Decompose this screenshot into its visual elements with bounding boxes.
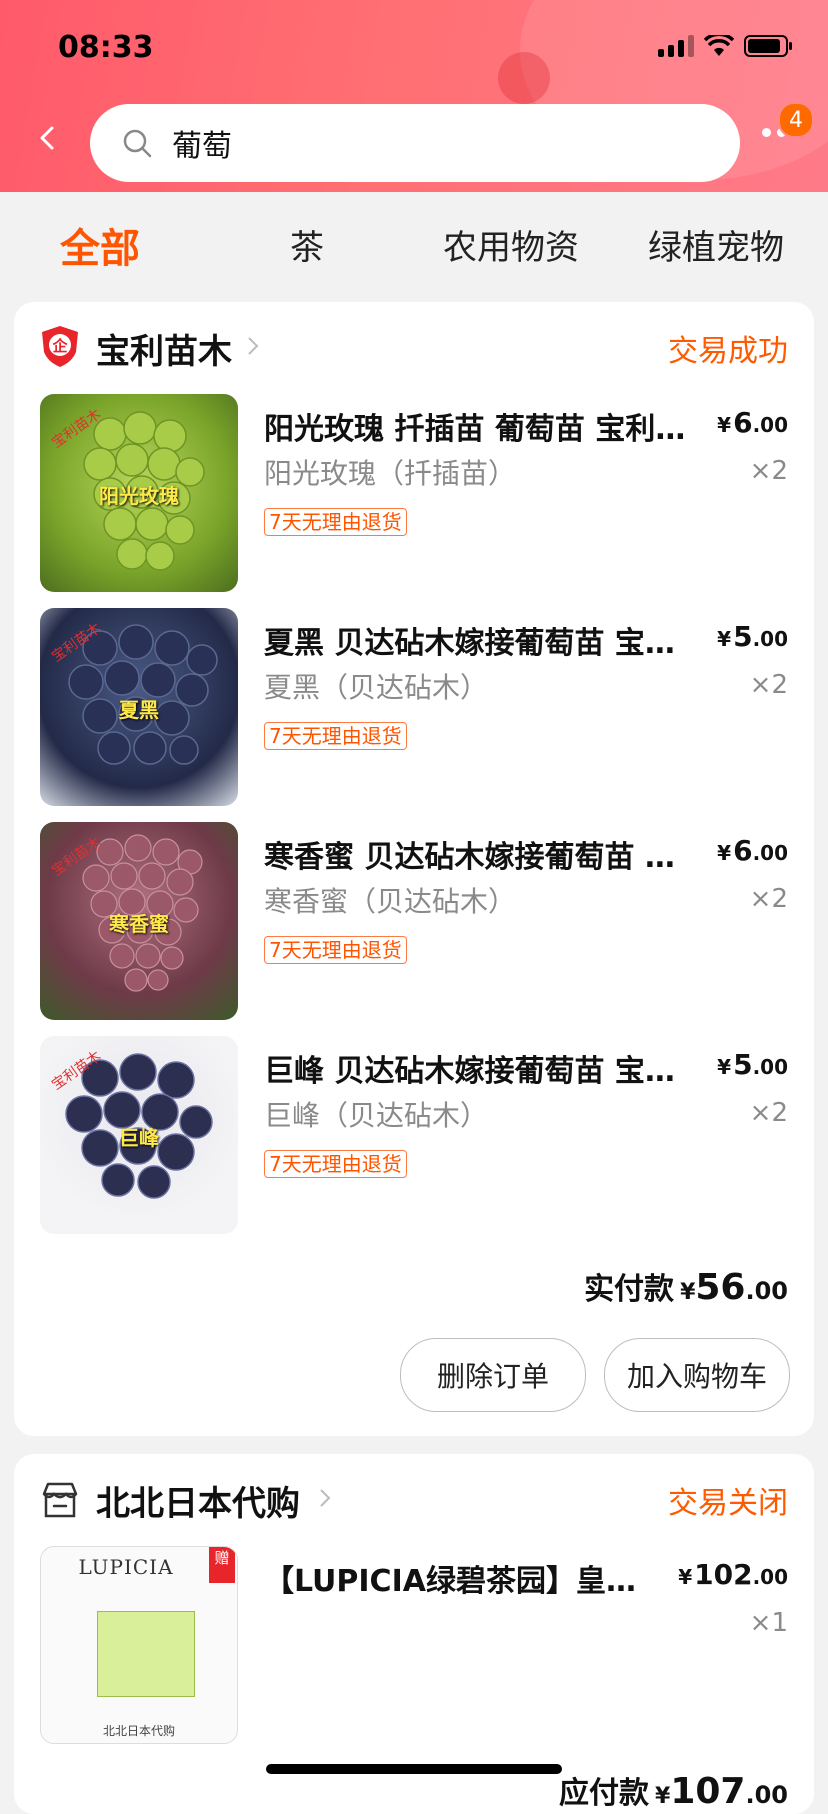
- thumbnail-brand: LUPICIA: [78, 1555, 174, 1579]
- battery-icon: [744, 35, 792, 57]
- item-price: ¥5.00: [717, 1048, 788, 1081]
- item-quantity: ×2: [749, 1098, 788, 1128]
- item-title[interactable]: 巨峰 贝达砧木嫁接葡萄苗 宝利苗木: [264, 1046, 704, 1090]
- order-total: 应付款 ¥107.00: [559, 1771, 788, 1812]
- chevron-right-icon: [248, 337, 259, 355]
- shop-header[interactable]: 企 宝利苗木 交易成功: [14, 302, 814, 388]
- search-icon: [123, 129, 152, 158]
- order-card[interactable]: 企 宝利苗木 交易成功 宝利苗木 阳光玫瑰 阳光玫瑰 扦插苗 葡萄苗 宝利苗木 …: [14, 302, 814, 1436]
- tab-plants-pets[interactable]: 绿植宠物: [648, 220, 784, 269]
- tab-tea[interactable]: 茶: [290, 220, 324, 269]
- svg-text:企: 企: [51, 337, 68, 355]
- product-thumbnail[interactable]: LUPICIA 赠 北北日本代购: [40, 1546, 238, 1744]
- header-decoration-dot: [498, 52, 550, 104]
- order-item[interactable]: 宝利苗木 阳光玫瑰 阳光玫瑰 扦插苗 葡萄苗 宝利苗木 阳光玫瑰（扦插苗） 7天…: [14, 394, 814, 594]
- item-price: ¥102.00: [678, 1558, 788, 1591]
- item-title[interactable]: 寒香蜜 贝达砧木嫁接葡萄苗 宝利苗木: [264, 832, 704, 876]
- item-quantity: ×2: [749, 884, 788, 914]
- order-status: 交易关闭: [668, 1486, 788, 1521]
- message-count-badge: 4: [778, 102, 814, 138]
- store-icon: [42, 1482, 78, 1518]
- thumbnail-label: 寒香蜜: [109, 912, 169, 936]
- return-policy-tag: 7天无理由退货: [264, 722, 407, 750]
- product-thumbnail[interactable]: 宝利苗木 寒香蜜: [40, 822, 238, 1020]
- item-title[interactable]: 夏黑 贝达砧木嫁接葡萄苗 宝利苗木: [264, 618, 704, 662]
- cellular-signal-icon: [658, 35, 694, 57]
- shop-name[interactable]: 北北日本代购: [96, 1476, 300, 1525]
- item-price: ¥6.00: [717, 834, 788, 867]
- category-tabs: 全部 茶 农用物资 绿植宠物: [0, 192, 828, 300]
- product-thumbnail[interactable]: 宝利苗木 阳光玫瑰: [40, 394, 238, 592]
- chevron-right-icon: [320, 1489, 331, 1507]
- return-policy-tag: 7天无理由退货: [264, 1150, 407, 1178]
- order-card[interactable]: 北北日本代购 交易关闭 LUPICIA 赠 北北日本代购 【LUPICIA绿碧茶…: [14, 1454, 814, 1814]
- order-total: 实付款 ¥56.00: [584, 1267, 788, 1308]
- status-time: 08:33: [58, 30, 154, 65]
- search-query: 葡萄: [172, 129, 232, 164]
- order-item[interactable]: 宝利苗木 寒香蜜 寒香蜜 贝达砧木嫁接葡萄苗 宝利苗木 寒香蜜（贝达砧木） 7天…: [14, 822, 814, 1022]
- item-price: ¥6.00: [717, 406, 788, 439]
- order-item[interactable]: 宝利苗木 巨峰 巨峰 贝达砧木嫁接葡萄苗 宝利苗木 巨峰（贝达砧木） 7天无理由…: [14, 1036, 814, 1236]
- shop-name[interactable]: 宝利苗木: [96, 324, 232, 373]
- product-thumbnail[interactable]: 宝利苗木 巨峰: [40, 1036, 238, 1234]
- item-quantity: ×2: [749, 456, 788, 486]
- back-arrow-icon[interactable]: [34, 124, 62, 152]
- tab-all[interactable]: 全部: [60, 216, 140, 274]
- item-title[interactable]: 【LUPICIA绿碧茶园】皇后麝香葡萄乌龙茶: [264, 1556, 654, 1600]
- item-sku: 夏黑（贝达砧木）: [264, 671, 489, 704]
- order-item[interactable]: LUPICIA 赠 北北日本代购 【LUPICIA绿碧茶园】皇后麝香葡萄乌龙茶 …: [14, 1546, 814, 1746]
- status-icons: [658, 34, 794, 58]
- thumbnail-caption: 北北日本代购: [102, 1724, 175, 1738]
- gift-tag: 赠: [209, 1547, 235, 1583]
- header: 08:33 葡萄 4: [0, 0, 828, 192]
- home-indicator: [266, 1764, 562, 1774]
- item-title[interactable]: 阳光玫瑰 扦插苗 葡萄苗 宝利苗木: [264, 404, 704, 448]
- shop-header[interactable]: 北北日本代购 交易关闭: [14, 1454, 814, 1540]
- return-policy-tag: 7天无理由退货: [264, 508, 407, 536]
- wifi-icon: [704, 35, 734, 56]
- item-sku: 寒香蜜（贝达砧木）: [264, 885, 517, 918]
- delete-order-button[interactable]: 删除订单: [400, 1338, 586, 1412]
- add-to-cart-button[interactable]: 加入购物车: [604, 1338, 790, 1412]
- enterprise-shield-icon: 企: [42, 326, 78, 367]
- item-sku: 巨峰（贝达砧木）: [264, 1099, 489, 1132]
- product-thumbnail[interactable]: 宝利苗木 夏黑: [40, 608, 238, 806]
- search-input[interactable]: 葡萄: [90, 104, 740, 182]
- thumbnail-label: 巨峰: [119, 1126, 159, 1150]
- thumbnail-label: 阳光玫瑰: [99, 484, 179, 508]
- return-policy-tag: 7天无理由退货: [264, 936, 407, 964]
- item-sku: 阳光玫瑰（扦插苗）: [264, 457, 517, 490]
- item-price: ¥5.00: [717, 620, 788, 653]
- tea-package-image: [97, 1611, 195, 1697]
- order-status: 交易成功: [668, 334, 788, 369]
- thumbnail-label: 夏黑: [119, 698, 159, 722]
- order-item[interactable]: 宝利苗木 夏黑 夏黑 贝达砧木嫁接葡萄苗 宝利苗木 夏黑（贝达砧木） 7天无理由…: [14, 608, 814, 808]
- tab-agri-supplies[interactable]: 农用物资: [443, 220, 579, 269]
- item-quantity: ×1: [749, 1608, 788, 1638]
- item-quantity: ×2: [749, 670, 788, 700]
